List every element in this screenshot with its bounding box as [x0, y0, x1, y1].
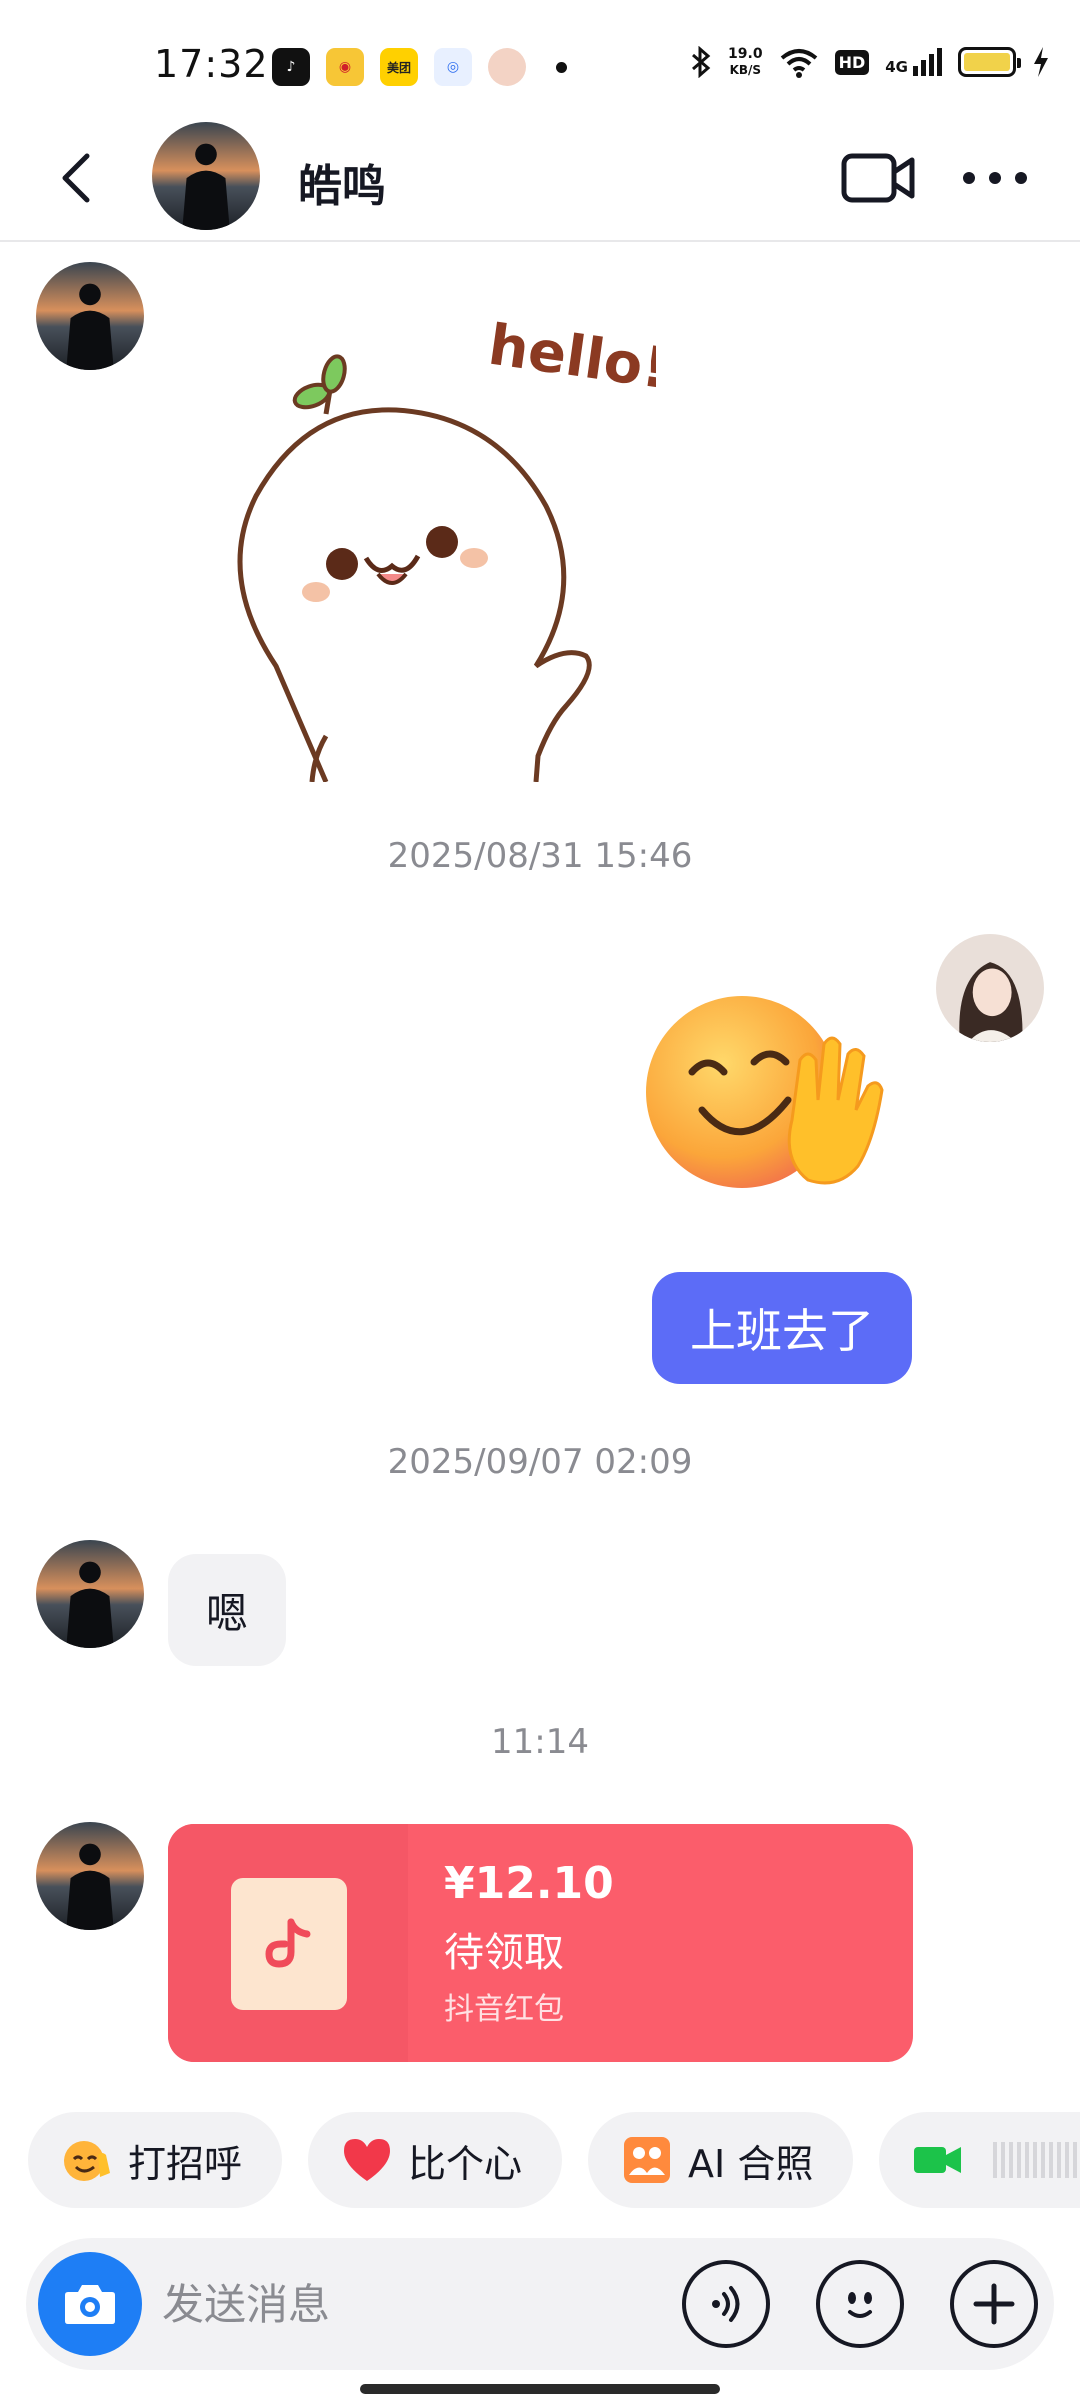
voice-button[interactable] — [682, 2260, 770, 2348]
cellular-signal-icon: 4G — [885, 48, 942, 76]
hello-sticker[interactable]: hello! — [206, 286, 672, 783]
contact-avatar-message[interactable] — [36, 262, 144, 370]
contact-avatar-message[interactable] — [36, 1822, 144, 1930]
hd-badge: HD — [834, 49, 870, 75]
more-notifications-dot — [556, 62, 567, 73]
more-actions-button[interactable] — [950, 2260, 1038, 2348]
voice-wave-icon — [712, 2286, 740, 2322]
red-packet-status: 待领取 — [444, 1930, 564, 1976]
sticker-text: hello! — [485, 313, 656, 402]
contact-message-bubble[interactable]: 嗯 — [168, 1554, 287, 1666]
chat-header: 皓鸣 — [0, 120, 1080, 242]
douyin-note-icon — [265, 1918, 311, 1968]
network-type-label: 4G — [885, 58, 908, 76]
blurred-text — [993, 2142, 1080, 2178]
message-input-bar — [26, 2238, 1054, 2370]
silhouette-avatar-image — [36, 1822, 144, 1930]
video-camera-icon — [841, 153, 915, 203]
more-dots-icon — [963, 172, 1027, 184]
home-indicator[interactable] — [360, 2384, 720, 2394]
message-timestamp: 11:14 — [491, 1722, 589, 1762]
video-call-icon — [911, 2133, 965, 2187]
contact-avatar-message[interactable] — [36, 1540, 144, 1648]
chip-label: 打招呼 — [128, 2141, 243, 2186]
avatar-icon — [488, 48, 526, 86]
net-speed-value: 19.0 — [728, 46, 763, 62]
red-packet-card[interactable]: ¥12.10 待领取 抖音红包 — [168, 1824, 913, 2062]
contact-name[interactable]: 皓鸣 — [298, 150, 386, 214]
red-packet-amount: ¥12.10 — [444, 1858, 614, 1909]
message-input[interactable] — [162, 2262, 682, 2346]
chip-ai-photo[interactable]: AI 合照 — [588, 2112, 854, 2208]
notification-icons: ♪ ◉ 美团 ◎ — [272, 48, 526, 86]
contact-avatar[interactable] — [152, 122, 260, 230]
status-time: 17:32 — [154, 42, 269, 86]
system-icons: 19.0 KB/S HD 4G — [690, 46, 1050, 78]
meituan-icon: 美团 — [380, 48, 418, 86]
back-button[interactable] — [46, 148, 106, 208]
video-call-button[interactable] — [840, 150, 916, 206]
chevron-left-icon — [62, 153, 90, 203]
plus-icon — [973, 2283, 1015, 2325]
girl-avatar-image — [936, 934, 1044, 1042]
silhouette-avatar-image — [36, 262, 144, 370]
smile-wave-sticker[interactable] — [632, 990, 892, 1190]
baidu-map-icon: ◎ — [434, 48, 472, 86]
message-timestamp: 2025/08/31 15:46 — [387, 836, 693, 876]
chip-label: AI 合照 — [688, 2141, 814, 2186]
quick-action-chips: 打招呼 比个心 AI 合照 — [28, 2112, 1080, 2208]
bluetooth-icon — [692, 46, 711, 78]
ai-photo-icon — [620, 2133, 674, 2187]
chip-greet[interactable]: 打招呼 — [28, 2112, 283, 2208]
emoji-button[interactable] — [816, 2260, 904, 2348]
weibo-icon: ◉ — [326, 48, 364, 86]
message-timestamp: 2025/09/07 02:09 — [387, 1442, 693, 1482]
my-message-bubble[interactable]: 上班去了 — [652, 1272, 912, 1384]
wifi-icon — [780, 49, 817, 78]
wave-emoji-icon — [60, 2133, 114, 2187]
silhouette-avatar-image — [152, 122, 260, 230]
silhouette-avatar-image — [36, 1540, 144, 1648]
red-packet-label: 抖音红包 — [444, 1992, 564, 2027]
net-speed: 19.0 KB/S — [728, 46, 763, 78]
my-avatar[interactable] — [936, 934, 1044, 1042]
net-speed-unit: KB/S — [729, 63, 762, 77]
chip-label: 比个心 — [408, 2141, 523, 2186]
charging-icon — [1034, 47, 1048, 77]
more-options-button[interactable] — [960, 150, 1030, 206]
chip-heart[interactable]: 比个心 — [308, 2112, 563, 2208]
heart-icon — [340, 2133, 394, 2187]
status-bar: 17:32 ♪ ◉ 美团 ◎ 19.0 KB/S HD 4G — [0, 0, 1080, 120]
chip-video-call[interactable] — [879, 2112, 1080, 2208]
hello-sticker-image: hello! — [237, 313, 672, 783]
smile-wave-emoji-image — [646, 996, 884, 1188]
camera-button[interactable] — [38, 2252, 142, 2356]
camera-icon — [65, 2285, 115, 2324]
smiley-face-icon — [848, 2292, 872, 2318]
red-envelope-icon — [231, 1878, 347, 2010]
battery-icon — [958, 47, 1021, 77]
tiktok-icon: ♪ — [272, 48, 310, 86]
